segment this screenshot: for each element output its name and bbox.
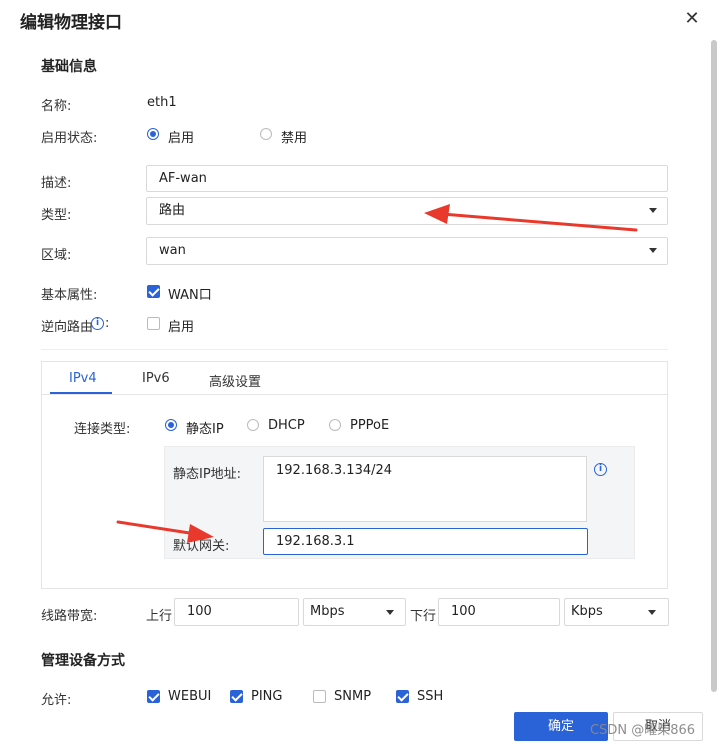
reverse-route-enable-label[interactable]: 启用: [168, 316, 194, 335]
zone-select-value: wan: [159, 243, 186, 258]
allow-label: 允许:: [41, 693, 72, 708]
static-ip-info-icon[interactable]: i: [594, 463, 607, 476]
upstream-unit-value: Mbps: [310, 604, 345, 619]
mgmt-webui-label[interactable]: WEBUI: [168, 689, 211, 704]
conn-dhcp-label[interactable]: DHCP: [268, 418, 305, 433]
upstream-chevron-down-icon[interactable]: [386, 610, 394, 615]
desc-label: 描述:: [41, 176, 72, 191]
section-title-mgmt: 管理设备方式: [41, 653, 125, 669]
conn-pppoe-radio[interactable]: [329, 419, 341, 431]
type-select-value: 路由: [159, 203, 186, 218]
wan-checkbox-label[interactable]: WAN口: [168, 284, 212, 303]
tab-ipv4[interactable]: IPv4: [69, 371, 97, 386]
downstream-label: 下行: [410, 609, 437, 624]
status-label: 启用状态:: [41, 131, 98, 146]
tab-bar-divider: [42, 394, 667, 395]
scrollbar[interactable]: [711, 40, 717, 692]
mgmt-webui-checkbox[interactable]: [147, 690, 160, 703]
zone-chevron-down-icon[interactable]: [649, 248, 657, 253]
type-chevron-down-icon[interactable]: [649, 208, 657, 213]
section-title-basic: 基础信息: [41, 59, 97, 75]
conn-static-radio[interactable]: [165, 419, 177, 431]
bandwidth-label: 线路带宽:: [41, 609, 98, 624]
info-icon[interactable]: i: [91, 317, 104, 330]
wan-checkbox[interactable]: [147, 285, 160, 298]
watermark: CSDN @曜柴866: [590, 723, 696, 738]
gateway-input[interactable]: 192.168.3.1: [263, 528, 588, 555]
reverse-route-checkbox[interactable]: [147, 317, 160, 330]
section-divider: [41, 349, 668, 350]
zone-select[interactable]: wan: [146, 237, 668, 265]
mgmt-ssh-label[interactable]: SSH: [417, 689, 443, 704]
status-disable-radio[interactable]: [260, 128, 272, 140]
dialog-title: 编辑物理接口: [20, 13, 122, 33]
mgmt-ssh-checkbox[interactable]: [396, 690, 409, 703]
tab-ipv6[interactable]: IPv6: [142, 371, 170, 386]
static-ip-textarea[interactable]: 192.168.3.134/24: [263, 456, 587, 522]
close-icon[interactable]: ✕: [682, 9, 702, 29]
status-disable-label[interactable]: 禁用: [281, 127, 307, 146]
desc-input[interactable]: AF-wan: [146, 165, 668, 192]
active-tab-indicator: [50, 392, 112, 394]
zone-label: 区域:: [41, 248, 72, 263]
gateway-label: 默认网关:: [173, 539, 230, 554]
reverse-route-label: 逆向路由: [41, 320, 94, 335]
mgmt-ping-label[interactable]: PING: [251, 689, 282, 704]
mgmt-snmp-checkbox[interactable]: [313, 690, 326, 703]
reverse-route-colon: :: [105, 316, 110, 331]
mgmt-ping-checkbox[interactable]: [230, 690, 243, 703]
downstream-input[interactable]: 100: [438, 598, 560, 626]
status-enable-label[interactable]: 启用: [168, 127, 194, 146]
downstream-unit-value: Kbps: [571, 604, 603, 619]
type-label: 类型:: [41, 208, 72, 223]
type-select[interactable]: 路由: [146, 197, 668, 225]
name-value: eth1: [147, 95, 177, 110]
tab-advanced[interactable]: 高级设置: [209, 371, 261, 390]
conn-pppoe-label[interactable]: PPPoE: [350, 418, 389, 433]
upstream-label: 上行: [146, 609, 173, 624]
conn-static-label[interactable]: 静态IP: [186, 418, 224, 437]
mgmt-snmp-label[interactable]: SNMP: [334, 689, 371, 704]
conn-dhcp-radio[interactable]: [247, 419, 259, 431]
downstream-chevron-down-icon[interactable]: [648, 610, 656, 615]
attr-label: 基本属性:: [41, 288, 98, 303]
static-ip-label: 静态IP地址:: [173, 467, 242, 482]
status-enable-radio[interactable]: [147, 128, 159, 140]
upstream-input[interactable]: 100: [174, 598, 299, 626]
name-label: 名称:: [41, 99, 72, 114]
conn-type-label: 连接类型:: [74, 422, 131, 437]
